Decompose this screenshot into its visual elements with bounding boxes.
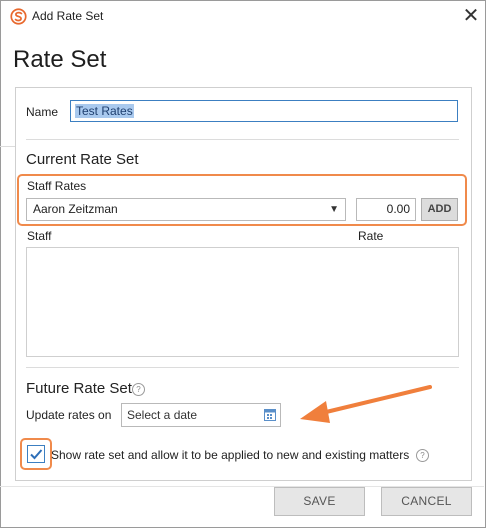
name-value: Test Rates [75,104,134,118]
staff-select[interactable]: Aaron Zeitzman ▼ [26,198,346,221]
add-button[interactable]: ADD [421,198,458,221]
update-rates-label: Update rates on [26,408,112,422]
divider [0,146,15,147]
date-placeholder: Select a date [127,408,198,422]
name-label: Name [26,105,59,119]
name-input[interactable]: Test Rates [70,100,458,122]
staff-select-value: Aaron Zeitzman [33,202,118,216]
divider [26,367,459,368]
column-header-staff: Staff [27,229,52,243]
chevron-down-icon: ▼ [329,204,339,215]
calendar-icon[interactable] [264,408,276,421]
divider [26,139,459,140]
current-rate-set-title: Current Rate Set [26,151,139,168]
help-icon[interactable]: ? [132,383,145,396]
checkmark-icon [30,449,43,460]
window-title: Add Rate Set [32,9,104,23]
future-rate-set-title: Future Rate Set [26,380,132,397]
show-rate-set-checkbox[interactable] [27,445,45,463]
annotation-arrow-icon [300,385,432,423]
title-bar: Add Rate Set ✕ [1,1,485,31]
show-rate-set-label: Show rate set and allow it to be applied… [51,448,410,462]
staff-rates-list[interactable] [26,247,459,357]
close-icon[interactable]: ✕ [459,3,483,29]
column-header-rate: Rate [358,229,384,243]
page-title: Rate Set [13,46,107,73]
rate-input[interactable]: 0.00 [356,198,416,221]
date-picker-input[interactable]: Select a date [121,403,281,427]
staff-rates-label: Staff Rates [27,179,87,193]
save-button[interactable]: SAVE [274,487,365,516]
help-icon[interactable]: ? [416,449,429,462]
cancel-button[interactable]: CANCEL [381,487,472,516]
sp-logo-icon [10,8,27,25]
